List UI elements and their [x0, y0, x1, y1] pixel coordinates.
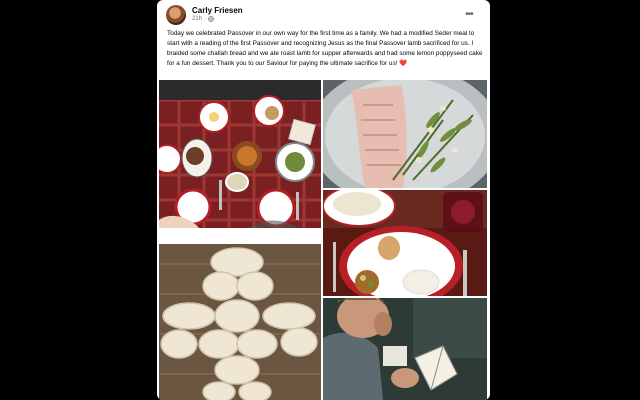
- seder-plate-image: [323, 190, 487, 296]
- roast-lamb-image: [323, 80, 487, 188]
- photo-seder-table[interactable]: [159, 80, 321, 228]
- photo-roast-lamb[interactable]: [323, 80, 487, 188]
- braided-challah-image: [159, 244, 321, 400]
- seder-table-image: [159, 80, 321, 228]
- post-time[interactable]: 21h: [192, 16, 202, 22]
- more-options-button[interactable]: •••: [462, 7, 476, 21]
- photo-braided-challah[interactable]: [159, 244, 321, 400]
- more-horizontal-icon: •••: [465, 8, 473, 20]
- post-header: Carly Friesen 21h · •••: [157, 0, 490, 28]
- avatar[interactable]: [166, 5, 186, 25]
- globe-icon: [208, 16, 214, 22]
- photo-grid: [159, 80, 489, 400]
- photo-seder-plate[interactable]: [323, 190, 487, 296]
- author-name[interactable]: Carly Friesen: [192, 6, 243, 15]
- heart-emoji: ❤️: [399, 60, 408, 67]
- caption-text: Today we celebrated Passover in our own …: [167, 30, 483, 67]
- photo-man-reading[interactable]: [323, 298, 487, 400]
- facebook-post: Carly Friesen 21h · ••• Today we celebra…: [157, 0, 490, 400]
- post-caption: Today we celebrated Passover in our own …: [167, 29, 483, 69]
- man-reading-image: [323, 298, 487, 400]
- post-meta: 21h ·: [192, 16, 214, 22]
